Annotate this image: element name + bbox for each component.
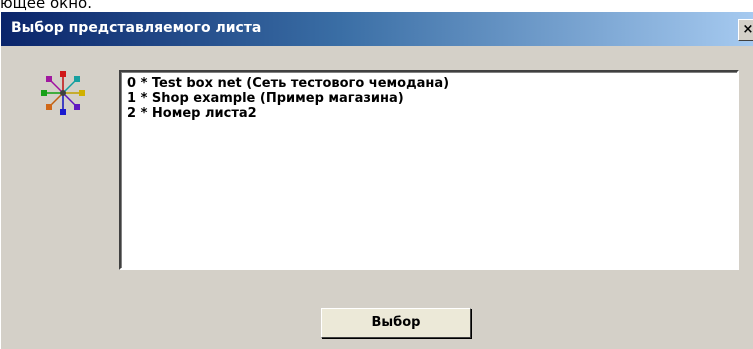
title-bar[interactable]: Выбор представляемого листа × [1,12,753,46]
select-button[interactable]: Выбор [321,308,471,338]
list-item[interactable]: 2 * Номер листа2 [127,106,257,121]
dialog-title: Выбор представляемого листа [11,20,262,36]
select-sheet-dialog: Выбор представляемого листа × 0 * Test b… [0,12,753,349]
network-nodes-icon [38,68,88,118]
background-caption: ющее окно. [0,0,92,12]
sheet-listbox[interactable]: 0 * Test box net (Сеть тестового чемодан… [119,70,739,270]
list-item[interactable]: 1 * Shop example (Пример магазина) [127,91,404,106]
list-item[interactable]: 0 * Test box net (Сеть тестового чемодан… [127,76,449,91]
close-button[interactable]: × [738,19,753,41]
